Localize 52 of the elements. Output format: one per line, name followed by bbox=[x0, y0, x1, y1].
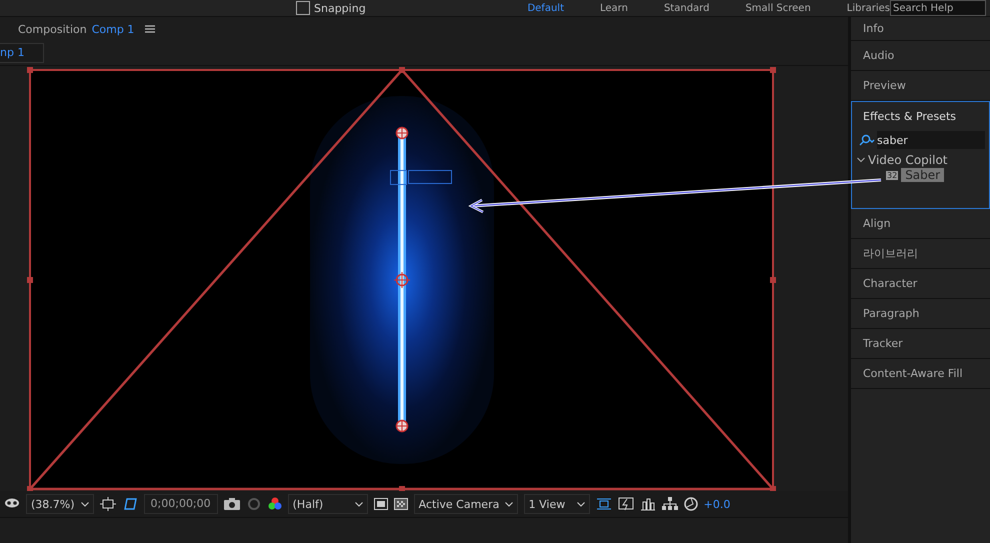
exposure-value[interactable]: +0.0 bbox=[704, 498, 730, 510]
effect-item[interactable]: Saber bbox=[901, 168, 944, 182]
panel-title[interactable]: Effects & Presets bbox=[852, 102, 989, 131]
camera-dropdown[interactable]: Active Camera bbox=[414, 494, 518, 514]
panel-title[interactable]: Tracker bbox=[863, 329, 990, 358]
flowchart-icon[interactable] bbox=[662, 497, 678, 511]
zoom-dropdown[interactable]: (38.7%) bbox=[26, 494, 94, 514]
panel-title[interactable]: Audio bbox=[863, 41, 990, 70]
menu-icon[interactable] bbox=[145, 25, 156, 33]
workspace-tab[interactable]: Learn bbox=[600, 1, 628, 15]
panel-title[interactable]: Info bbox=[863, 17, 990, 40]
snapping-label: Snapping bbox=[314, 2, 366, 14]
effects-search-field[interactable]: saber bbox=[877, 131, 985, 149]
mask-path-icon[interactable] bbox=[122, 497, 138, 511]
panel-title[interactable]: Content-Aware Fill bbox=[863, 359, 990, 388]
composition-tab[interactable]: np 1 bbox=[0, 43, 44, 63]
caret-icon[interactable] bbox=[505, 502, 514, 506]
panel-title[interactable]: 라이브러리 bbox=[863, 239, 990, 268]
safe-area-icon[interactable] bbox=[374, 498, 388, 510]
resolution-dropdown[interactable]: (Half) bbox=[288, 494, 368, 514]
color-channels-icon[interactable] bbox=[268, 497, 282, 511]
workspace-tab[interactable]: Default bbox=[527, 1, 564, 15]
panel-title[interactable]: Character bbox=[863, 269, 990, 298]
workspace-tab[interactable]: Libraries bbox=[846, 1, 890, 15]
views-dropdown[interactable]: 1 View bbox=[524, 494, 590, 514]
effect-bit-depth-icon: 32 bbox=[886, 170, 898, 180]
panel-title[interactable]: Paragraph bbox=[863, 299, 990, 328]
transparency-grid-icon[interactable] bbox=[394, 498, 408, 510]
panel-title[interactable]: Preview bbox=[863, 71, 990, 100]
snapping-checkbox[interactable] bbox=[296, 1, 310, 15]
mask-icon[interactable] bbox=[4, 498, 20, 510]
exposure-icon[interactable] bbox=[684, 497, 698, 511]
panel-title: Composition bbox=[18, 22, 87, 36]
timecode-field[interactable]: 0;00;00;00 bbox=[144, 494, 218, 514]
workspace-tab[interactable]: Standard bbox=[664, 1, 710, 15]
fast-preview-icon[interactable] bbox=[618, 497, 634, 511]
point-handle-icon[interactable] bbox=[396, 126, 408, 140]
search-help-field[interactable]: Search Help bbox=[890, 0, 986, 16]
camera-icon[interactable] bbox=[224, 498, 240, 510]
caret-icon[interactable] bbox=[354, 502, 363, 506]
anchor-point-icon[interactable] bbox=[394, 272, 410, 288]
workspace-tab[interactable]: Small Screen bbox=[745, 1, 811, 15]
point-handle-icon[interactable] bbox=[396, 420, 408, 432]
region-icon[interactable] bbox=[100, 497, 116, 511]
expand-caret-icon[interactable] bbox=[857, 156, 865, 164]
search-icon[interactable] bbox=[857, 134, 875, 146]
panel-title[interactable]: Align bbox=[863, 209, 990, 238]
comp-name[interactable]: Comp 1 bbox=[92, 22, 134, 36]
caret-icon[interactable] bbox=[80, 502, 89, 506]
effect-category[interactable]: Video Copilot bbox=[868, 153, 948, 167]
toggle-pixel-icon[interactable] bbox=[596, 497, 612, 511]
caret-icon[interactable] bbox=[576, 502, 585, 506]
